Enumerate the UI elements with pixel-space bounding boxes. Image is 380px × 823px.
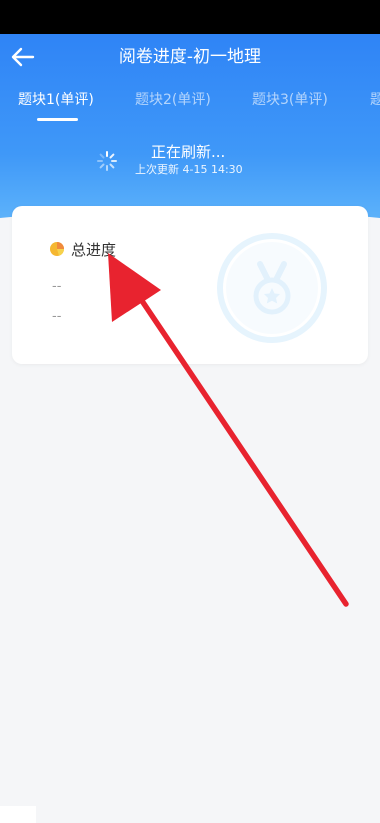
tab-bar: 题块1(单评) 题块2(单评) 题块3(单评) 题 — [0, 88, 380, 128]
total-progress-card[interactable]: 总进度 -- -- — [12, 206, 368, 364]
medal-icon — [217, 233, 327, 343]
bottom-corner-block — [0, 806, 36, 823]
progress-value-secondary: -- — [52, 309, 62, 324]
pie-chart-icon — [50, 242, 64, 256]
tab-block-4[interactable]: 题 — [370, 88, 380, 112]
tab-block-3[interactable]: 题块3(单评) — [252, 88, 328, 112]
active-tab-indicator — [37, 118, 78, 121]
status-bar — [0, 0, 380, 34]
tab-block-2[interactable]: 题块2(单评) — [135, 88, 211, 112]
loading-spinner-icon — [97, 151, 117, 171]
refresh-status: 正在刷新... — [151, 143, 226, 161]
tab-block-1[interactable]: 题块1(单评) — [18, 88, 94, 112]
total-progress-title: 总进度 — [71, 241, 117, 259]
page-title: 阅卷进度-初一地理 — [118, 47, 262, 67]
last-update-time: 上次更新 4-15 14:30 — [135, 163, 243, 176]
progress-value-primary: -- — [52, 279, 62, 294]
